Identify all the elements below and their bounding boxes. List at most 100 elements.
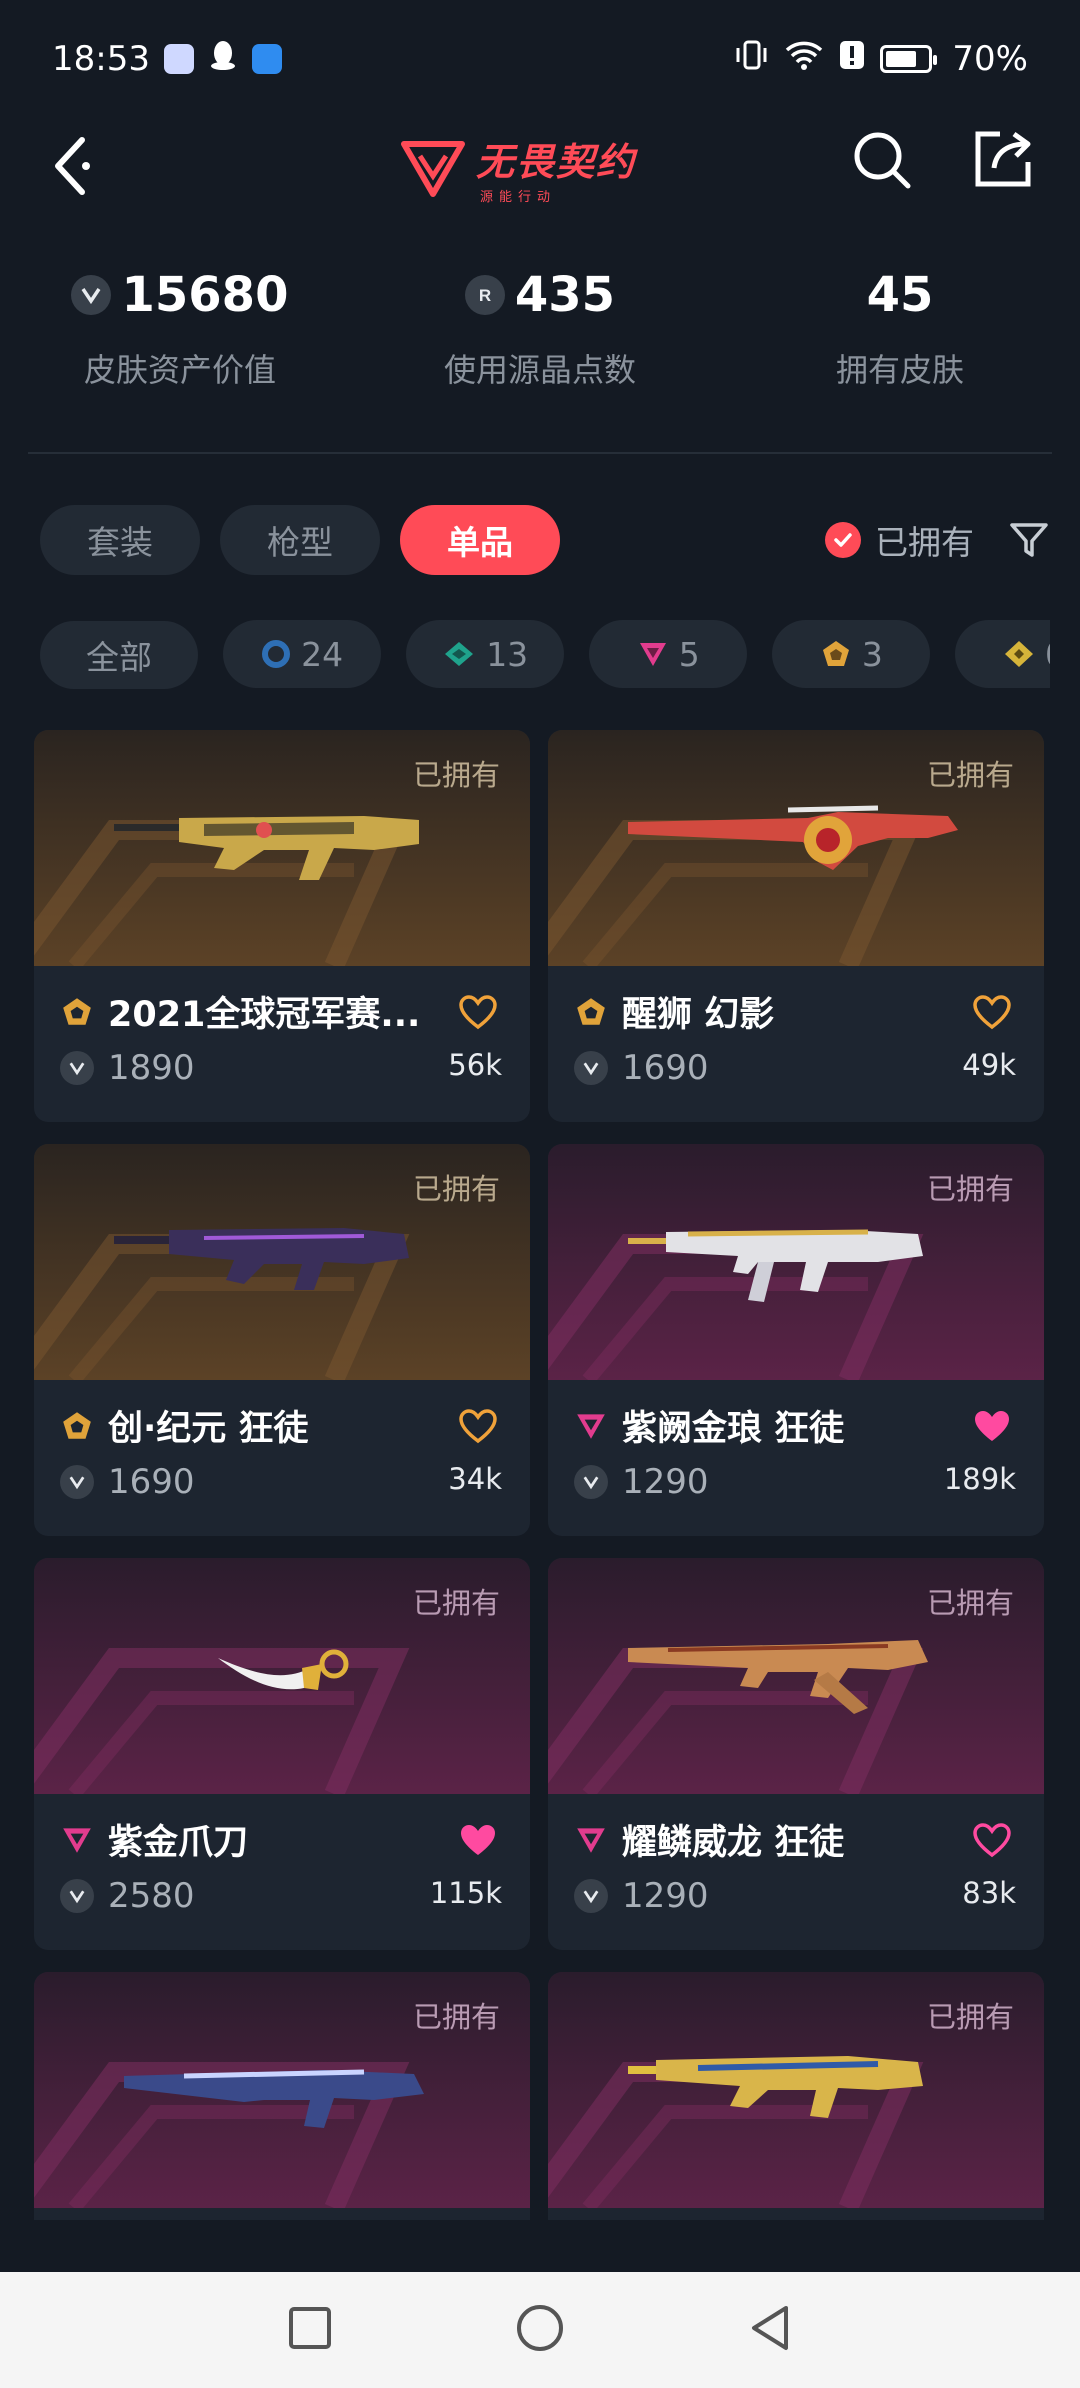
back-button[interactable] (42, 126, 104, 216)
skin-card[interactable]: 已拥有 创·纪元 狂徒 1690 34k (34, 1144, 530, 1536)
circle-icon (517, 2305, 563, 2351)
rifle-skin-image (628, 805, 958, 870)
skin-image: 已拥有 (34, 1972, 530, 2208)
stat-value: 45 (866, 267, 934, 323)
skin-name: 2021全球冠军赛... (108, 995, 421, 1035)
vp-icon (60, 1465, 94, 1499)
skin-name: 创·纪元 狂徒 (108, 1409, 309, 1449)
share-icon (975, 131, 1031, 187)
skin-price: 1690 (622, 1048, 709, 1088)
category-tabs: 套装 枪型 单品 已拥有 (40, 505, 1050, 575)
rarity-chip-premium[interactable]: 5 (589, 620, 748, 688)
like-button[interactable] (972, 994, 1012, 1030)
system-navigation-bar (0, 2272, 1080, 2388)
recent-apps-button[interactable] (286, 2304, 334, 2356)
rifle-skin-image (628, 2056, 923, 2118)
stat-label: 皮肤资产价值 (83, 351, 276, 389)
owned-tag: 已拥有 (926, 758, 1014, 792)
rarity-ultra-icon (1004, 641, 1033, 667)
skin-card[interactable]: 已拥有 (548, 1972, 1044, 2220)
tab-weapon-type[interactable]: 枪型 (220, 505, 380, 575)
owned-tag: 已拥有 (926, 1586, 1014, 1620)
like-button[interactable] (972, 1822, 1012, 1858)
battery-percent: 70% (952, 39, 1028, 79)
skin-price: 1290 (622, 1876, 709, 1916)
like-count: 189k (943, 1462, 1016, 1496)
skin-card[interactable]: 已拥有 紫金爪刀 2580 115k (34, 1558, 530, 1950)
owned-tag: 已拥有 (412, 1172, 500, 1206)
owned-tag: 已拥有 (926, 2000, 1014, 2034)
skin-image: 已拥有 (34, 1558, 530, 1794)
tab-bundle[interactable]: 套装 (40, 505, 200, 575)
valorant-logo-icon (401, 141, 465, 197)
filter-icon (1010, 523, 1048, 557)
like-button[interactable] (458, 1408, 498, 1444)
vibrate-icon (734, 39, 770, 80)
like-count: 49k (962, 1048, 1016, 1082)
skin-image: 已拥有 (548, 1144, 1044, 1380)
share-button[interactable] (970, 126, 1036, 192)
search-button[interactable] (850, 128, 916, 194)
filter-button[interactable] (1008, 519, 1050, 561)
home-button[interactable] (514, 2302, 566, 2358)
tab-single-item[interactable]: 单品 (400, 505, 560, 575)
rarity-chip-all[interactable]: 全部 (40, 621, 198, 689)
rarity-chip-deluxe[interactable]: 13 (406, 620, 565, 688)
owned-tag: 已拥有 (412, 2000, 500, 2034)
heart-filled-icon (461, 1825, 495, 1855)
vp-icon (574, 1051, 608, 1085)
rarity-exclusive-icon (63, 1411, 91, 1439)
rarity-deluxe-icon (445, 642, 474, 666)
like-count: 83k (962, 1876, 1016, 1910)
like-count: 115k (429, 1876, 502, 1910)
rarity-chip-ultra[interactable]: 0 (955, 620, 1050, 688)
rifle-skin-image (124, 2069, 424, 2128)
vp-icon (60, 1879, 94, 1913)
vp-icon (574, 1465, 608, 1499)
rarity-exclusive-icon (63, 997, 91, 1025)
stat-owned-skins: 45 拥有皮肤 (720, 255, 1080, 405)
logo-subtitle: 源能行动 (480, 190, 557, 205)
chip-count: 5 (678, 634, 700, 674)
skin-name: 紫阙金琅 狂徒 (622, 1409, 845, 1449)
back-arrow-icon (55, 137, 90, 195)
like-button[interactable] (458, 1822, 498, 1858)
system-back-button[interactable] (746, 2302, 794, 2358)
heart-outline-icon (459, 995, 497, 1030)
skin-card[interactable]: 已拥有 紫阙金琅 狂徒 1290 189k (548, 1144, 1044, 1536)
owned-tag: 已拥有 (412, 758, 500, 792)
karambit-skin-image (218, 1649, 349, 1690)
like-button[interactable] (458, 994, 498, 1030)
like-count: 34k (448, 1462, 502, 1496)
skin-image: 已拥有 (34, 730, 530, 966)
like-count: 56k (448, 1048, 502, 1082)
owned-tag: 已拥有 (412, 1586, 500, 1620)
like-button[interactable] (972, 1408, 1012, 1444)
chip-count: 3 (861, 634, 883, 674)
owned-tag: 已拥有 (926, 1172, 1014, 1206)
vp-icon (71, 275, 112, 315)
app-logo: 无畏契约 源能行动 (400, 118, 700, 218)
rarity-exclusive-icon (822, 641, 849, 666)
chip-count: 0 (1045, 635, 1050, 674)
rarity-exclusive-icon (577, 997, 605, 1025)
heart-filled-icon (975, 1411, 1009, 1441)
skin-card[interactable]: 已拥有 醒狮 幻影 1690 49k (548, 730, 1044, 1122)
status-time: 18:53 (52, 39, 150, 79)
rarity-filter-chips: 全部 24 13 5 3 0 (40, 620, 1050, 690)
rarity-chip-exclusive[interactable]: 3 (772, 620, 931, 688)
owned-filter-toggle[interactable]: 已拥有 (825, 516, 974, 564)
chip-label: 全部 (86, 638, 152, 677)
radianite-icon: R (464, 275, 505, 315)
stat-value: 15680 (121, 267, 289, 323)
skin-price: 1290 (622, 1462, 709, 1502)
skin-card[interactable]: 已拥有 耀鳞威龙 狂徒 1290 83k (548, 1558, 1044, 1950)
skin-card[interactable]: 已拥有 (34, 1972, 530, 2220)
heart-outline-icon (459, 1409, 497, 1444)
skin-card[interactable]: 已拥有 2021全球冠军赛... 1890 56k (34, 730, 530, 1122)
alert-icon (838, 39, 866, 80)
search-icon (854, 132, 911, 189)
stat-label: 拥有皮肤 (835, 351, 964, 389)
svg-text:R: R (479, 286, 491, 305)
rarity-chip-select[interactable]: 24 (223, 620, 382, 688)
